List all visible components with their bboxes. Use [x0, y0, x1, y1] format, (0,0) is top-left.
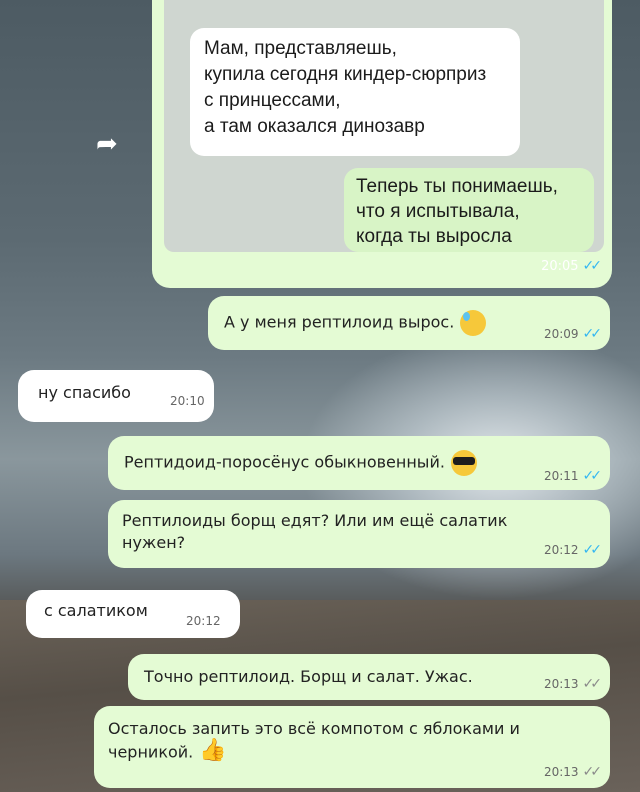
message-time: 20:11 — [543, 469, 579, 483]
message-meta: 20:13 ✓✓ — [543, 764, 603, 780]
forwarded-screenshot: Мам, представляешь, купила сегодня кинде… — [164, 0, 604, 252]
sweat-smile-emoji-icon — [460, 310, 487, 336]
thumbs-up-emoji-icon: 👍 — [199, 738, 227, 763]
read-ticks-icon: ✓✓ — [582, 468, 603, 484]
delivered-ticks-icon: ✓✓ — [582, 676, 603, 692]
message-meta: 20:09 ✓✓ — [543, 326, 603, 342]
message-meta: 20:05 ✓✓ — [541, 258, 603, 274]
message-time: 20:13 — [543, 765, 579, 779]
read-ticks-icon: ✓✓ — [582, 326, 603, 342]
screenshot-quote-incoming: Мам, представляешь, купила сегодня кинде… — [190, 28, 520, 156]
message-text: Осталось запить это всё компотом с яблок… — [108, 719, 520, 762]
message-text-row: Осталось запить это всё компотом с яблок… — [108, 718, 520, 766]
message-time: 20:10 — [170, 394, 205, 408]
message-time: 20:05 — [541, 259, 579, 274]
read-ticks-icon: ✓✓ — [582, 258, 603, 274]
message-text: ну спасибо — [38, 383, 131, 402]
sunglasses-emoji-icon — [450, 450, 477, 476]
forward-icon[interactable]: ➦ — [96, 131, 130, 157]
message-text: Рептилоиды борщ едят? Или им ещё салатик… — [122, 511, 508, 552]
screenshot-quote-outgoing: Теперь ты понимаешь, что я испытывала, к… — [344, 168, 594, 252]
message-incoming[interactable]: с салатиком 20:12 — [26, 590, 240, 638]
message-incoming[interactable]: ну спасибо 20:10 — [18, 370, 214, 422]
message-time: 20:12 — [543, 543, 579, 557]
message-text: с салатиком — [44, 601, 148, 620]
message-text-row: Рептидоид-поросёнус обыкновенный. — [124, 450, 477, 476]
message-text-row: А у меня рептилоид вырос. — [224, 310, 487, 336]
forwarded-image-message[interactable]: Мам, представляешь, купила сегодня кинде… — [152, 0, 612, 288]
message-time: 20:12 — [186, 614, 221, 628]
message-meta: 20:12 ✓✓ — [543, 542, 603, 558]
message-outgoing[interactable]: А у меня рептилоид вырос. 20:09 ✓✓ — [208, 296, 610, 350]
message-meta: 20:13 ✓✓ — [543, 676, 603, 692]
message-outgoing[interactable]: Рептидоид-поросёнус обыкновенный. 20:11 ✓… — [108, 436, 610, 490]
message-text: Точно рептилоид. Борщ и салат. Ужас. — [144, 667, 473, 686]
message-time: 20:09 — [543, 327, 579, 341]
message-text: Рептидоид-поросёнус обыкновенный. — [124, 452, 445, 472]
message-outgoing[interactable]: Осталось запить это всё компотом с яблок… — [94, 706, 610, 788]
message-outgoing[interactable]: Рептилоиды борщ едят? Или им ещё салатик… — [108, 500, 610, 568]
delivered-ticks-icon: ✓✓ — [582, 764, 603, 780]
message-text: А у меня рептилоид вырос. — [224, 312, 455, 332]
message-time: 20:13 — [543, 677, 579, 691]
message-meta: 20:11 ✓✓ — [543, 468, 603, 484]
read-ticks-icon: ✓✓ — [582, 542, 603, 558]
message-outgoing[interactable]: Точно рептилоид. Борщ и салат. Ужас. 20:… — [128, 654, 610, 700]
